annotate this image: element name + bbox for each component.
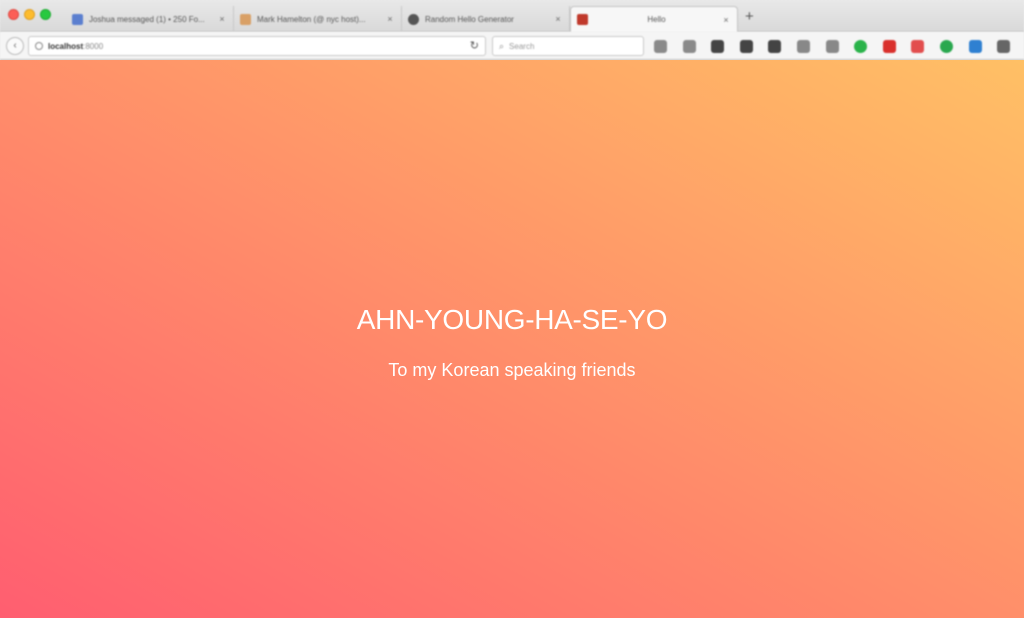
reload-icon[interactable]: ↻ (470, 39, 479, 52)
new-tab-button[interactable]: + (745, 9, 754, 25)
tab-label: Joshua messaged (1) • 250 Fo... (89, 14, 205, 24)
tab-label: Hello (647, 15, 666, 24)
ext-icon-5[interactable] (768, 40, 781, 53)
ext-icon-7[interactable] (826, 40, 839, 53)
profile-favicon-icon (240, 13, 251, 25)
tab-joshua-messaged[interactable]: Joshua messaged (1) • 250 Fo... × (66, 6, 234, 32)
page-subheading: To my Korean speaking friends (388, 360, 636, 380)
search-placeholder: Search (509, 41, 535, 51)
tab-mark-hamelton[interactable]: Mark Hamelton (@ nyc host)... × (234, 6, 402, 32)
tab-hello[interactable]: Hello × (570, 6, 738, 32)
tab-close-icon[interactable]: × (383, 14, 397, 24)
search-bar[interactable]: ⌕ Search (492, 36, 644, 56)
search-icon: ⌕ (499, 40, 505, 51)
browser-window: Joshua messaged (1) • 250 Fo... × Mark H… (0, 0, 1024, 618)
tab-label: Random Hello Generator (425, 14, 514, 24)
tab-bar: Joshua messaged (1) • 250 Fo... × Mark H… (0, 0, 1024, 32)
ext-icon-6[interactable] (797, 40, 810, 53)
ext-icon-4[interactable] (740, 40, 753, 53)
page-heading: AHN-YOUNG-HA-SE-YO (356, 304, 668, 335)
ext-icon-3[interactable] (711, 40, 724, 53)
ext-icon-12[interactable] (969, 40, 982, 53)
ext-icon-8[interactable] (854, 40, 867, 53)
ext-icon-1[interactable] (654, 40, 667, 53)
ext-icon-9[interactable] (883, 40, 896, 53)
hero-section: AHN-YOUNG-HA-SE-YO To my Korean speaking… (0, 304, 1024, 381)
tab-close-icon[interactable]: × (215, 14, 229, 24)
address-bar[interactable]: localhost :8000 ↻ (28, 36, 486, 56)
site-info-icon[interactable] (35, 42, 43, 50)
window-maximize-button[interactable] (40, 9, 51, 20)
hello-favicon-icon (577, 14, 588, 25)
tab-close-icon[interactable]: × (551, 14, 565, 24)
url-host: localhost (48, 41, 84, 51)
back-button[interactable]: ‹ (6, 37, 24, 55)
page-content: AHN-YOUNG-HA-SE-YO To my Korean speaking… (0, 60, 1024, 618)
facebook-favicon-icon (72, 13, 83, 25)
ext-icon-13[interactable] (997, 40, 1010, 53)
ext-icon-11[interactable] (940, 40, 953, 53)
window-minimize-button[interactable] (24, 9, 35, 20)
tab-label: Mark Hamelton (@ nyc host)... (257, 14, 366, 24)
ext-icon-10[interactable] (911, 40, 924, 53)
github-favicon-icon (408, 13, 419, 25)
url-port: :8000 (83, 41, 104, 51)
ext-icon-2[interactable] (683, 40, 696, 53)
window-close-button[interactable] (8, 9, 19, 20)
navigation-toolbar: ‹ localhost :8000 ↻ ⌕ Search (0, 32, 1024, 60)
tab-random-hello-generator[interactable]: Random Hello Generator × (402, 6, 570, 32)
tab-close-icon[interactable]: × (719, 15, 733, 25)
